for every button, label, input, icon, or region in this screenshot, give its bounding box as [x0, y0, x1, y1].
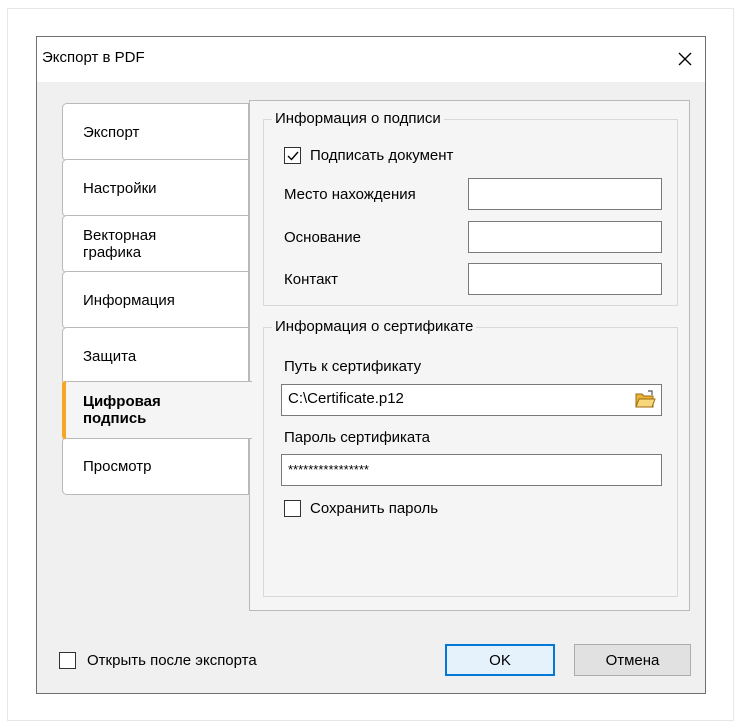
ok-button[interactable]: OK [445, 644, 555, 676]
group-legend: Информация о сертификате [272, 318, 477, 336]
location-input[interactable] [468, 178, 662, 210]
cancel-button[interactable]: Отмена [574, 644, 691, 676]
certificate-path-input[interactable]: C:\Certificate.p12 [281, 384, 662, 416]
reason-label: Основание [284, 229, 361, 246]
window-title: Экспорт в PDF [42, 49, 145, 66]
certificate-password-input[interactable]: **************** [281, 454, 662, 486]
tab-label: Цифровая подпись [83, 393, 161, 427]
tab-settings[interactable]: Настройки [62, 159, 249, 217]
signature-info-group: Информация о подписи Подписать документ … [263, 110, 678, 306]
save-password-label: Сохранить пароль [310, 500, 439, 517]
title-bar: Экспорт в PDF [37, 37, 705, 82]
save-password-checkbox[interactable] [284, 500, 301, 517]
browse-folder-button[interactable] [634, 389, 656, 411]
certificate-path-value: C:\Certificate.p12 [288, 390, 404, 407]
open-after-export-checkbox[interactable] [59, 652, 76, 669]
close-button[interactable] [673, 47, 697, 71]
tab-preview[interactable]: Просмотр [62, 437, 249, 495]
tab-label: Защита [83, 347, 137, 365]
tab-label: Экспорт [83, 123, 140, 141]
tab-export[interactable]: Экспорт [62, 103, 249, 161]
reason-input[interactable] [468, 221, 662, 253]
group-legend: Информация о подписи [272, 110, 444, 128]
contact-label: Контакт [284, 271, 339, 288]
tab-label: Настройки [83, 179, 157, 197]
export-pdf-dialog: Экспорт в PDF Экспорт Настройки Векторна… [36, 36, 706, 694]
contact-input[interactable] [468, 263, 662, 295]
tab-digital-signature[interactable]: Цифровая подпись [62, 381, 252, 439]
tab-vector-graphics[interactable]: Векторная графика [62, 215, 249, 273]
tab-information[interactable]: Информация [62, 271, 249, 329]
open-after-export-label: Открыть после экспорта [87, 652, 257, 669]
tab-label: Информация [83, 291, 175, 309]
sign-document-checkbox[interactable] [284, 147, 301, 164]
certificate-password-label: Пароль сертификата [284, 429, 430, 446]
certificate-info-group: Информация о сертификате Путь к сертифик… [263, 318, 678, 597]
close-icon [678, 52, 692, 66]
tab-label: Векторная графика [83, 227, 157, 261]
tab-protection[interactable]: Защита [62, 327, 249, 385]
checkmark-icon [287, 151, 299, 161]
location-label: Место нахождения [284, 186, 416, 203]
digital-signature-panel: Информация о подписи Подписать документ … [249, 100, 690, 611]
open-folder-icon [635, 390, 656, 408]
tab-label: Просмотр [83, 457, 152, 475]
certificate-path-label: Путь к сертификату [284, 358, 422, 375]
sign-document-label: Подписать документ [310, 147, 454, 164]
